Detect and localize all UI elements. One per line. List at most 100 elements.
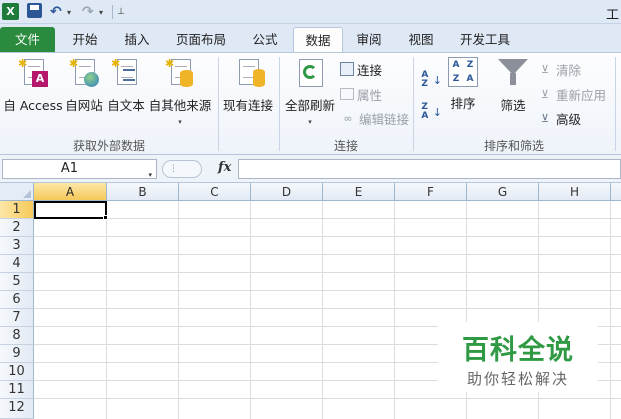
row-header-5[interactable]: 5 bbox=[0, 273, 34, 291]
gridline bbox=[106, 201, 107, 419]
row-header-4[interactable]: 4 bbox=[0, 255, 34, 273]
filter-button[interactable]: 筛选 bbox=[496, 57, 530, 114]
column-header-partial[interactable] bbox=[611, 183, 621, 201]
column-header-c[interactable]: C bbox=[179, 183, 251, 201]
existing-connections-button[interactable]: 现有连接 bbox=[222, 57, 274, 114]
from-text-button[interactable]: ✱ 自文本 bbox=[106, 57, 146, 114]
connections-icon bbox=[340, 62, 354, 76]
gridline bbox=[34, 272, 621, 273]
reapply-button[interactable]: ⊻ 重新应用 bbox=[537, 84, 606, 104]
row-header-12[interactable]: 12 bbox=[0, 399, 34, 419]
row-header-7[interactable]: 7 bbox=[0, 309, 34, 327]
row-header-6[interactable]: 6 bbox=[0, 291, 34, 309]
sort-ascending-button[interactable]: AZ ↓ bbox=[420, 67, 442, 93]
advanced-button[interactable]: ⊻ 高级 bbox=[537, 108, 581, 128]
existing-connections-label: 现有连接 bbox=[222, 98, 273, 113]
properties-label: 属性 bbox=[357, 87, 383, 103]
gridline bbox=[34, 236, 621, 237]
clear-button[interactable]: ⊻ 清除 bbox=[537, 59, 581, 79]
reapply-label: 重新应用 bbox=[556, 87, 607, 103]
edit-links-label: 编辑链接 bbox=[359, 111, 410, 127]
gridline bbox=[394, 201, 395, 419]
tab-file[interactable]: 文件 bbox=[0, 27, 55, 52]
column-header-e[interactable]: E bbox=[323, 183, 395, 201]
column-header-a[interactable]: A bbox=[34, 183, 107, 201]
sort-descending-button[interactable]: ZA ↓ bbox=[420, 99, 442, 125]
column-header-g[interactable]: G bbox=[467, 183, 539, 201]
access-db-icon: ✱ A bbox=[18, 57, 48, 89]
name-box[interactable]: A1 ▾ bbox=[2, 159, 157, 179]
undo-dropdown-icon[interactable]: ▾ bbox=[67, 3, 71, 21]
filter-label: 筛选 bbox=[500, 98, 526, 113]
link-icon: ∞ bbox=[343, 111, 353, 125]
tab-insert[interactable]: 插入 bbox=[114, 27, 160, 52]
column-header-f[interactable]: F bbox=[395, 183, 467, 201]
connections-button[interactable]: 连接 bbox=[340, 59, 382, 79]
insert-function-icon[interactable]: fx bbox=[218, 160, 231, 175]
fill-handle[interactable] bbox=[103, 215, 108, 220]
sort-filter-group-label: 排序和筛选 bbox=[483, 139, 544, 153]
gridline bbox=[322, 201, 323, 419]
row-header-9[interactable]: 9 bbox=[0, 345, 34, 363]
save-icon[interactable] bbox=[27, 3, 42, 18]
advanced-label: 高级 bbox=[556, 111, 582, 127]
connections-label: 连接 bbox=[357, 62, 383, 78]
edit-links-button[interactable]: ∞ 编辑链接 bbox=[340, 108, 409, 128]
tab-data[interactable]: 数据 bbox=[293, 27, 343, 52]
tab-home[interactable]: 开始 bbox=[62, 27, 108, 52]
row-header-11[interactable]: 11 bbox=[0, 381, 34, 399]
column-header-b[interactable]: B bbox=[107, 183, 179, 201]
excel-logo-icon[interactable]: X bbox=[2, 3, 19, 20]
gridline bbox=[610, 201, 611, 419]
row-header-3[interactable]: 3 bbox=[0, 237, 34, 255]
redo-icon[interactable]: ↷ bbox=[82, 3, 94, 21]
watermark-title: 百科全说 bbox=[462, 335, 574, 366]
tab-page-layout[interactable]: 页面布局 bbox=[168, 27, 234, 52]
refresh-all-button[interactable]: 全部刷新 ▾ bbox=[284, 57, 336, 126]
gridline bbox=[34, 290, 621, 291]
row-header-1[interactable]: 1 bbox=[0, 201, 34, 219]
tab-view[interactable]: 视图 bbox=[398, 27, 444, 52]
from-other-sources-label: 自其他来源 bbox=[148, 98, 212, 113]
column-header-d[interactable]: D bbox=[251, 183, 323, 201]
refresh-icon bbox=[295, 57, 325, 89]
tab-formulas[interactable]: 公式 bbox=[242, 27, 288, 52]
group-separator bbox=[615, 57, 616, 151]
name-box-value: A1 bbox=[60, 161, 79, 176]
redo-dropdown-icon[interactable]: ▾ bbox=[99, 3, 103, 21]
properties-button[interactable]: 属性 bbox=[340, 84, 382, 104]
active-cell-a1[interactable] bbox=[34, 201, 107, 219]
qat-separator bbox=[112, 5, 113, 19]
ribbon-tabs: 文件 开始 插入 页面布局 公式 数据 审阅 视图 开发工具 bbox=[0, 24, 621, 52]
sort-button[interactable]: AZZA 排序 bbox=[446, 57, 480, 112]
from-other-sources-button[interactable]: ✱ 自其他来源 ▾ bbox=[148, 57, 212, 126]
undo-icon[interactable]: ↶ bbox=[50, 3, 62, 21]
from-web-button[interactable]: ✱ 自网站 bbox=[64, 57, 104, 114]
gridline bbox=[34, 218, 621, 219]
text-file-icon: ✱ bbox=[111, 57, 141, 89]
window-title: 工 bbox=[605, 8, 619, 23]
gridline bbox=[178, 201, 179, 419]
formula-input[interactable] bbox=[238, 159, 621, 179]
funnel-icon bbox=[498, 57, 528, 89]
advanced-filter-icon: ⊻ bbox=[540, 111, 550, 125]
gridline bbox=[34, 308, 621, 309]
reapply-icon: ⊻ bbox=[540, 87, 550, 101]
from-access-button[interactable]: ✱ A 自 Access bbox=[3, 57, 62, 114]
formula-bar: A1 ▾ ⋮ fx bbox=[0, 155, 621, 183]
row-header-2[interactable]: 2 bbox=[0, 219, 34, 237]
customize-qat-icon[interactable]: ⊥ bbox=[116, 3, 126, 21]
ribbon: ✱ A 自 Access ✱ 自网站 ✱ 自文本 ✱ 自其他来源 ▾ 获取外部数… bbox=[0, 52, 621, 155]
tab-developer[interactable]: 开发工具 bbox=[452, 27, 518, 52]
handle-dots-icon: ⋮ bbox=[169, 164, 178, 174]
other-sources-icon: ✱ bbox=[165, 57, 195, 89]
gridline bbox=[250, 201, 251, 419]
select-all-corner[interactable] bbox=[0, 183, 34, 201]
formula-expand-handle[interactable]: ⋮ bbox=[162, 160, 202, 178]
chevron-down-icon[interactable]: ▾ bbox=[148, 166, 152, 184]
from-text-label: 自文本 bbox=[107, 98, 145, 113]
row-header-10[interactable]: 10 bbox=[0, 363, 34, 381]
row-header-8[interactable]: 8 bbox=[0, 327, 34, 345]
column-header-h[interactable]: H bbox=[539, 183, 611, 201]
tab-review[interactable]: 审阅 bbox=[346, 27, 392, 52]
